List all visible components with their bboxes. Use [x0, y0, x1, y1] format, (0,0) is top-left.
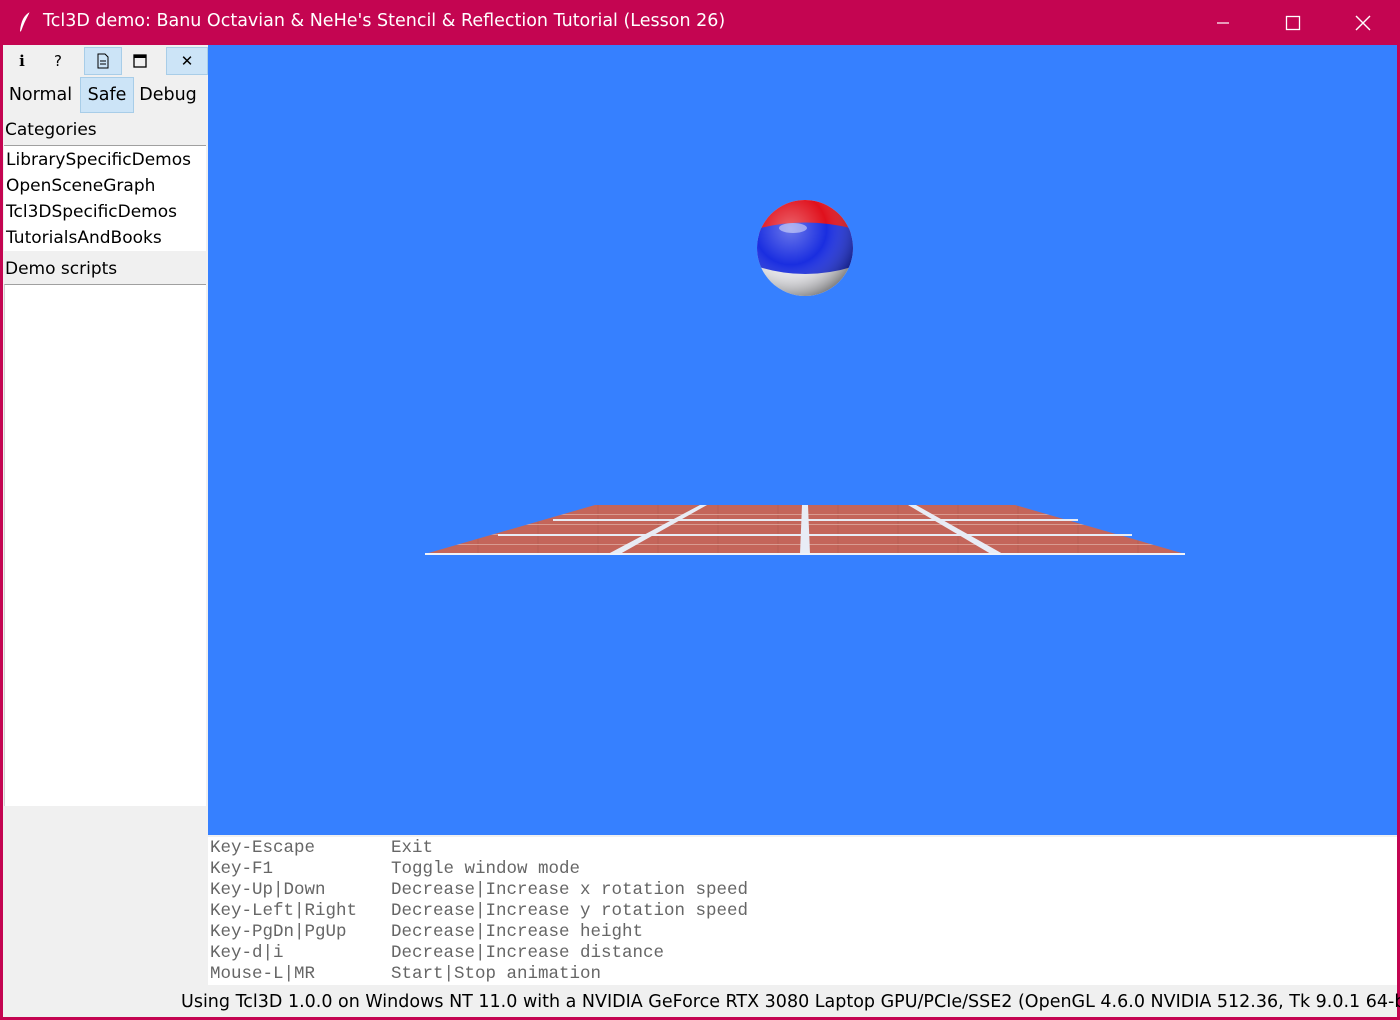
info-icon: i [19, 52, 25, 70]
list-item[interactable]: TutorialsAndBooks [6, 228, 162, 248]
title-bar[interactable]: Tcl3D demo: Banu Octavian & NeHe's Stenc… [0, 0, 1400, 45]
help-key: Key-d|i [210, 943, 284, 963]
help-line: Key-Up|Down Decrease|Increase x rotation … [210, 880, 748, 901]
info-button[interactable]: i [3, 47, 41, 75]
client-area: i ? ✕ Normal Safe Debug Categories Libra… [3, 45, 1400, 1017]
scene-canvas [425, 200, 1185, 555]
help-line: Key-Escape Exit [210, 838, 433, 859]
feather-icon [20, 11, 31, 33]
help-description: Start|Stop animation [391, 964, 602, 984]
help-key: Key-Escape [210, 838, 316, 858]
help-key: Key-F1 [210, 859, 274, 879]
help-key: Key-Up|Down [210, 880, 326, 900]
demo-scripts-label: Demo scripts [5, 259, 118, 279]
help-description: Decrease|Increase y rotation speed [391, 901, 749, 921]
mode-normal-button[interactable]: Normal [3, 77, 78, 113]
maximize-icon [1285, 15, 1301, 30]
help-description: Decrease|Increase height [391, 922, 644, 942]
close-icon: ✕ [180, 52, 194, 70]
list-item[interactable]: OpenSceneGraph [6, 176, 155, 196]
sidebar: i ? ✕ Normal Safe Debug Categories Libra… [3, 45, 208, 1017]
beach-ball-sphere [757, 200, 853, 296]
help-description: Decrease|Increase distance [391, 943, 665, 963]
maximize-button[interactable] [1258, 0, 1328, 45]
reflective-floor [425, 505, 1185, 555]
window-icon [133, 54, 147, 68]
list-item[interactable]: LibrarySpecificDemos [6, 150, 191, 170]
close-demo-button[interactable]: ✕ [166, 47, 208, 75]
help-key: Key-Left|Right [210, 901, 358, 921]
categories-label: Categories [5, 120, 97, 140]
app-window: Tcl3D demo: Banu Octavian & NeHe's Stenc… [0, 0, 1400, 1020]
help-icon: ? [54, 52, 62, 70]
help-description: Decrease|Increase x rotation speed [391, 880, 749, 900]
window-title: Tcl3D demo: Banu Octavian & NeHe's Stenc… [43, 11, 726, 31]
help-description: Toggle window mode [391, 859, 581, 879]
document-icon [97, 53, 109, 69]
help-key: Key-PgDn|PgUp [210, 922, 347, 942]
minimize-button[interactable] [1188, 0, 1258, 45]
minimize-icon [1217, 21, 1229, 24]
mode-safe-button[interactable]: Safe [80, 77, 134, 113]
help-line: Key-Left|Right Decrease|Increase y rotati… [210, 901, 748, 922]
help-line: Key-PgDn|PgUp Decrease|Increase height [210, 922, 643, 943]
opengl-viewport[interactable] [208, 45, 1397, 835]
categories-list[interactable]: LibrarySpecificDemos OpenSceneGraph Tcl3… [4, 145, 206, 251]
document-button[interactable] [84, 47, 122, 75]
toolbar: i ? ✕ [3, 47, 208, 75]
help-button[interactable]: ? [39, 47, 77, 75]
close-window-button[interactable] [1328, 0, 1398, 45]
demo-scripts-list[interactable] [4, 284, 206, 806]
help-key: Mouse-L|MR [210, 964, 316, 984]
help-description: Exit [391, 838, 434, 858]
mode-selector: Normal Safe Debug [3, 77, 208, 113]
mode-debug-button[interactable]: Debug [136, 77, 200, 113]
list-item[interactable]: Tcl3DSpecificDemos [6, 202, 177, 222]
status-bar: Using Tcl3D 1.0.0 on Windows NT 11.0 wit… [181, 992, 1400, 1012]
key-help-panel[interactable]: Key-Escape Exit Key-F1 Toggle window mode … [208, 837, 1397, 985]
help-line: Key-d|i Decrease|Increase distance [210, 943, 664, 964]
window-button[interactable] [121, 47, 159, 75]
close-icon [1355, 15, 1371, 30]
help-line: Mouse-L|MR Start|Stop animation [210, 964, 601, 985]
help-line: Key-F1 Toggle window mode [210, 859, 580, 880]
